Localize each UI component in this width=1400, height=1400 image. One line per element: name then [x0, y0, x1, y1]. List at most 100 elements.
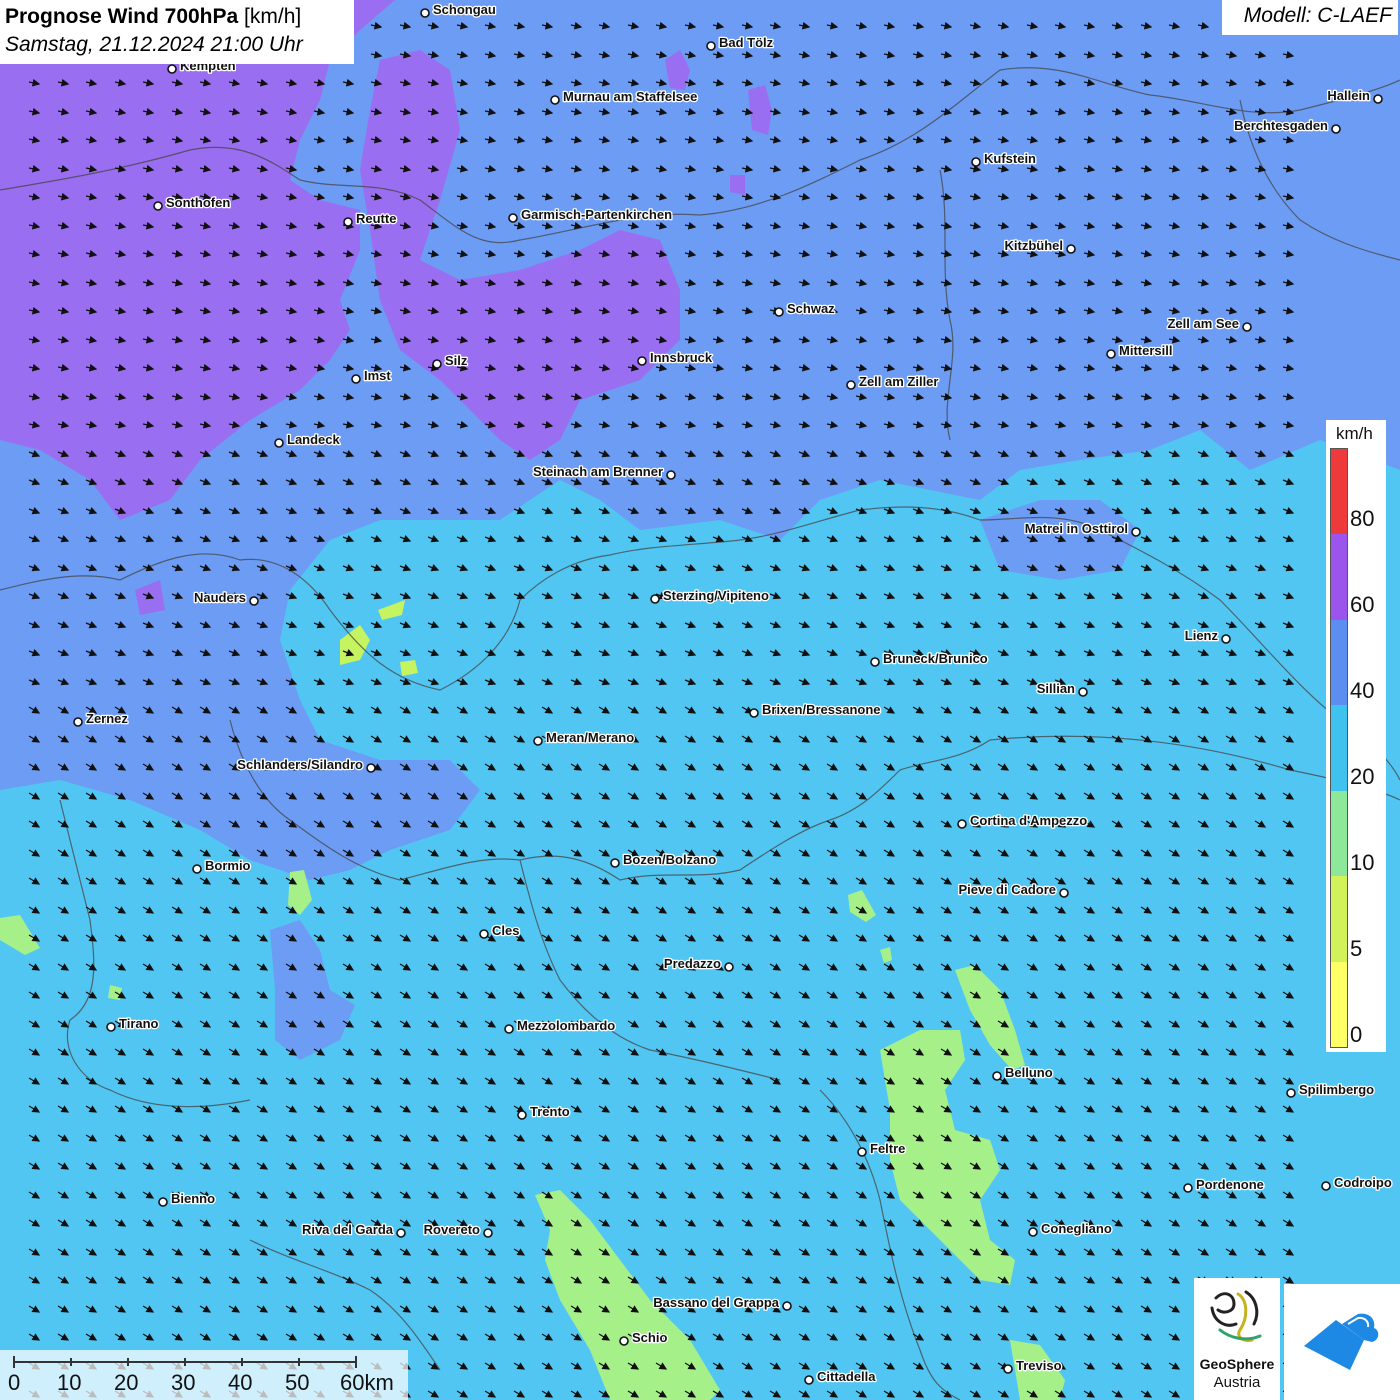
city-dot-icon [610, 858, 620, 868]
city-label: Matrei in Osttirol [1025, 521, 1128, 536]
city-label: Innsbruck [650, 350, 713, 365]
city-label: Bozen/Bolzano [623, 852, 716, 867]
city-marker: Pieve di Cadore [957, 881, 1069, 898]
legend-tick-label: 10 [1350, 850, 1375, 875]
city-label: Lienz [1185, 628, 1219, 643]
city-label: Sonthofen [166, 195, 230, 210]
geosphere-logo-icon [1210, 1290, 1262, 1342]
city-dot-icon [343, 217, 353, 227]
city-label: Reutte [356, 211, 396, 226]
legend-color-step [1331, 619, 1347, 706]
city-marker: Schongau [420, 1, 497, 18]
city-marker: Spilimbergo [1286, 1081, 1375, 1098]
city-dot-icon [846, 380, 856, 390]
city-dot-icon [749, 708, 759, 718]
wind-map: SchongauBad TölzKemptenMurnau am Staffel… [0, 0, 1400, 1400]
city-dot-icon [804, 1375, 814, 1385]
scale-bar-label: 40 [228, 1370, 253, 1395]
legend-tick-label: 0 [1350, 1022, 1363, 1047]
city-marker: Innsbruck [637, 349, 714, 366]
city-label: Bienno [171, 1191, 215, 1206]
legend-tick-label: 20 [1350, 764, 1375, 789]
warn-app-logo[interactable] [1284, 1284, 1400, 1400]
city-label: Belluno [1005, 1065, 1053, 1080]
city-label: Berchtesgaden [1234, 118, 1328, 133]
city-label: Imst [364, 368, 391, 383]
city-dot-icon [432, 359, 442, 369]
city-dot-icon [1321, 1181, 1331, 1191]
city-marker: Garmisch-Partenkirchen [508, 206, 673, 223]
map-stage: Schongau Bad Tölz Kempten Murnau am Staffel… [0, 0, 1400, 1400]
city-dot-icon [366, 763, 376, 773]
city-label: Treviso [1016, 1358, 1062, 1373]
city-dot-icon [106, 1022, 116, 1032]
city-label: Schlanders/Silandro [237, 757, 363, 772]
city-label: Cortina d'Ampezzo [970, 813, 1087, 828]
city-label: Mezzolombardo [517, 1018, 615, 1033]
city-dot-icon [1003, 1364, 1013, 1374]
map-title-unit: [km/h] [244, 5, 302, 28]
city-marker: Berchtesgaden [1233, 117, 1341, 134]
city-dot-icon [857, 1147, 867, 1157]
city-marker: Cortina d'Ampezzo [957, 812, 1089, 829]
scale-bar-label: 50 [285, 1370, 310, 1395]
city-label: Rovereto [424, 1222, 480, 1237]
legend-color-step [1331, 790, 1347, 877]
city-marker: Zell am See [1166, 315, 1252, 332]
city-dot-icon [167, 64, 177, 74]
geosphere-logo[interactable]: GeoSphere Austria [1194, 1278, 1280, 1400]
city-label: Kitzbühel [1005, 238, 1064, 253]
city-dot-icon [1066, 244, 1076, 254]
city-dot-icon [73, 717, 83, 727]
legend-color-step [1331, 449, 1347, 535]
city-dot-icon [1331, 124, 1341, 134]
city-label: Sillian [1037, 681, 1075, 696]
map-title-box: Prognose Wind 700hPa [km/h] Samstag, 21.… [0, 0, 354, 64]
city-label: Predazzo [664, 956, 721, 971]
city-marker: Bozen/Bolzano [610, 851, 718, 868]
city-label: Schongau [433, 2, 496, 17]
city-dot-icon [1028, 1227, 1038, 1237]
city-label: Hallein [1327, 88, 1370, 103]
city-dot-icon [351, 374, 361, 384]
city-label: Zernez [86, 711, 128, 726]
city-marker: Sterzing/Vipiteno [650, 587, 770, 604]
city-marker: Meran/Merano [533, 729, 635, 746]
legend-color-bar [1330, 448, 1348, 1048]
color-legend: km/h 80 60 40 20 10 5 0 [1326, 420, 1386, 1052]
city-dot-icon [1131, 527, 1141, 537]
scale-bar-label: 0 [8, 1370, 21, 1395]
legend-tick-label: 60 [1350, 592, 1375, 617]
city-dot-icon [479, 929, 489, 939]
city-dot-icon [1078, 687, 1088, 697]
scale-bar-label: 20 [114, 1370, 139, 1395]
city-marker: Steinach am Brenner [532, 463, 676, 480]
city-marker: Matrei in Osttirol [1023, 520, 1141, 537]
city-marker: Bruneck/Brunico [870, 650, 989, 667]
legend-color-step [1331, 961, 1347, 1047]
city-dot-icon [870, 657, 880, 667]
city-label: Codroipo [1334, 1175, 1392, 1190]
city-label: Cittadella [817, 1369, 876, 1384]
city-dot-icon [396, 1228, 406, 1238]
city-dot-icon [504, 1024, 514, 1034]
city-dot-icon [508, 213, 518, 223]
city-marker: Riva del Garda [301, 1221, 406, 1238]
city-dot-icon [971, 157, 981, 167]
city-marker: Zell am Ziller [846, 373, 940, 390]
city-dot-icon [1373, 94, 1383, 104]
city-dot-icon [637, 356, 647, 366]
city-label: Bruneck/Brunico [883, 651, 988, 666]
city-dot-icon [1286, 1088, 1296, 1098]
city-label: Riva del Garda [302, 1222, 394, 1237]
legend-color-step [1331, 534, 1347, 620]
city-label: Brixen/Bressanone [762, 702, 881, 717]
city-label: Pieve di Cadore [958, 882, 1056, 897]
scale-bar-label: 30 [171, 1370, 196, 1395]
city-label: Silz [445, 353, 468, 368]
city-marker: Conegliano [1028, 1220, 1113, 1237]
city-dot-icon [724, 962, 734, 972]
city-label: Bormio [205, 858, 251, 873]
model-label: Modell: C-LAEF [1222, 0, 1398, 35]
city-dot-icon [992, 1071, 1002, 1081]
